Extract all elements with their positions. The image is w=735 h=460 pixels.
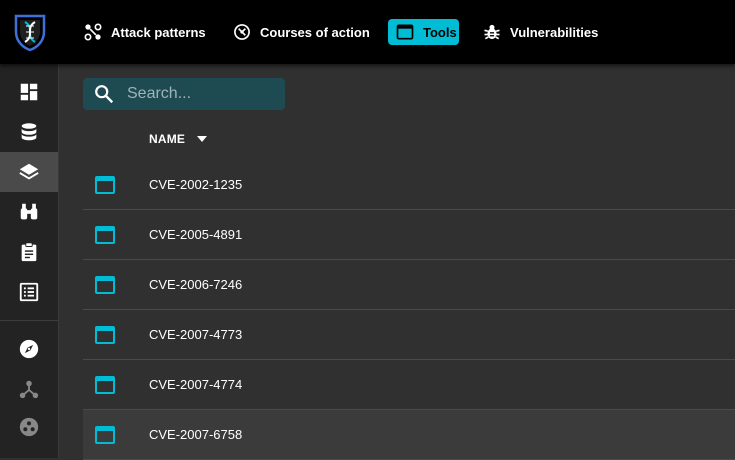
search-box <box>83 78 285 110</box>
tool-window-icon <box>95 276 115 294</box>
column-header-label: NAME <box>149 132 186 146</box>
sidebar-divider <box>0 320 58 321</box>
sidebar-item-data[interactable] <box>0 112 58 152</box>
sort-arrow-down-icon <box>197 136 208 142</box>
top-bar: Attack patterns Courses of action Tools <box>0 0 735 64</box>
row-name: CVE-2007-4774 <box>149 377 243 392</box>
course-of-action-icon <box>234 24 250 40</box>
sidebar-item-connectors[interactable] <box>0 369 58 409</box>
nav-label: Attack patterns <box>111 24 206 40</box>
left-sidebar <box>0 64 59 458</box>
attack-pattern-icon <box>84 23 102 41</box>
list-icon <box>19 282 39 302</box>
sidebar-item-techniques[interactable] <box>0 152 58 192</box>
network-icon <box>19 380 39 399</box>
row-name: CVE-2005-4891 <box>149 227 243 242</box>
app-logo-shield-icon[interactable] <box>12 12 48 52</box>
table-row[interactable]: CVE-2007-6758 <box>83 410 735 460</box>
table-row[interactable]: CVE-2007-4774 <box>83 360 735 410</box>
bug-icon <box>484 24 500 40</box>
sidebar-item-explore[interactable] <box>0 329 58 369</box>
search-input[interactable] <box>125 84 279 104</box>
search-icon <box>95 85 114 104</box>
layers-icon <box>19 163 39 180</box>
vulnerability-list: CVE-2002-1235 CVE-2005-4891 CVE-2006-724… <box>83 160 735 460</box>
column-header-name[interactable]: NAME <box>149 132 208 146</box>
table-row[interactable]: CVE-2005-4891 <box>83 210 735 260</box>
tool-window-icon <box>95 226 115 244</box>
nav-label: Courses of action <box>260 24 370 40</box>
nav-courses-of-action-button[interactable]: Courses of action <box>225 19 377 45</box>
nav-attack-patterns-button[interactable]: Attack patterns <box>76 19 213 45</box>
nav-label: Tools <box>423 24 457 40</box>
nav-label: Vulnerabilities <box>510 24 599 40</box>
dashboard-icon <box>20 83 38 101</box>
compass-icon <box>19 339 39 359</box>
row-name: CVE-2007-4773 <box>149 327 243 342</box>
sidebar-item-settings[interactable] <box>0 407 58 447</box>
tool-window-icon <box>95 426 115 444</box>
row-name: CVE-2007-6758 <box>149 427 243 442</box>
dots-circle-icon <box>19 417 39 437</box>
database-icon <box>21 123 37 141</box>
clipboard-icon <box>21 242 37 262</box>
sidebar-item-observations[interactable] <box>0 192 58 232</box>
row-name: CVE-2002-1235 <box>149 177 243 192</box>
tool-window-icon <box>95 176 115 194</box>
table-row[interactable]: CVE-2007-4773 <box>83 310 735 360</box>
sidebar-item-reports[interactable] <box>0 232 58 272</box>
nav-tools-button[interactable]: Tools <box>388 19 459 45</box>
tool-window-icon <box>95 376 115 394</box>
nav-vulnerabilities-button[interactable]: Vulnerabilities <box>475 19 605 45</box>
table-row[interactable]: CVE-2006-7246 <box>83 260 735 310</box>
sidebar-item-dashboard[interactable] <box>0 72 58 112</box>
tool-window-icon <box>396 24 414 40</box>
binoculars-icon <box>20 203 38 220</box>
table-row[interactable]: CVE-2002-1235 <box>83 160 735 210</box>
sidebar-item-entities[interactable] <box>0 272 58 312</box>
row-name: CVE-2006-7246 <box>149 277 243 292</box>
tool-window-icon <box>95 326 115 344</box>
